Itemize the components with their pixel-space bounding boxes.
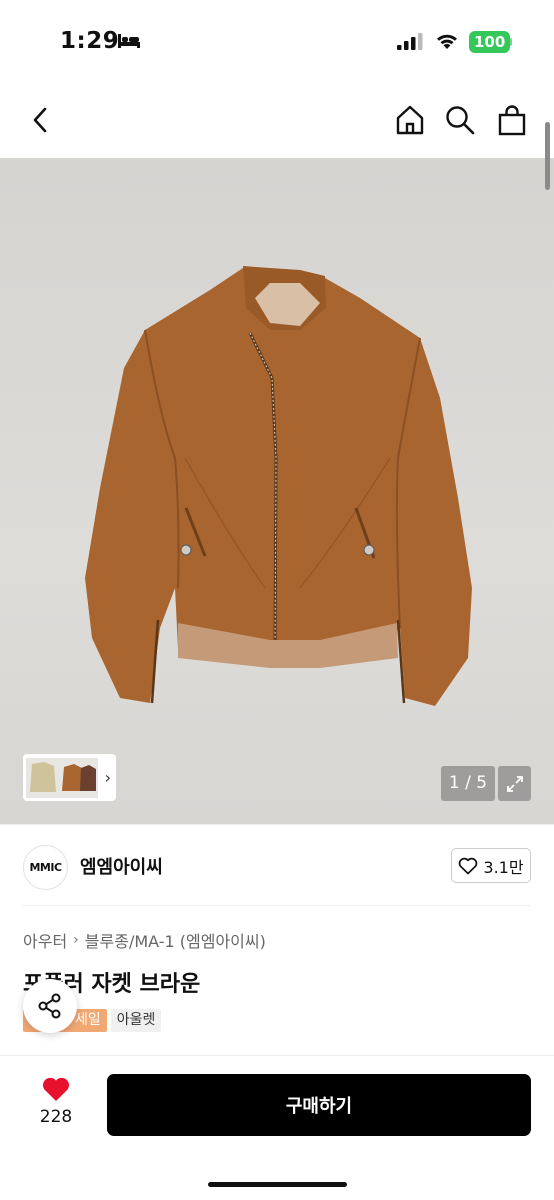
cart-button[interactable] — [494, 102, 530, 138]
back-button[interactable] — [22, 102, 58, 138]
signal-icon — [397, 33, 423, 50]
thumbnail-strip[interactable]: › — [23, 754, 116, 801]
outlet-tag: 아울렛 — [110, 1009, 162, 1032]
thumbnail-images — [26, 757, 98, 798]
share-button[interactable] — [23, 979, 77, 1033]
expand-button[interactable] — [498, 766, 531, 801]
brand-logo[interactable]: MMIC — [23, 845, 68, 890]
shopping-bag-icon — [498, 105, 526, 136]
product-image-gallery[interactable]: › 1 / 5 — [0, 158, 554, 824]
bed-icon — [118, 34, 140, 48]
back-icon — [33, 107, 47, 133]
status-bar: 1:29 100 — [0, 0, 554, 84]
divider — [23, 905, 531, 906]
wifi-icon — [437, 34, 457, 49]
heart-filled-icon — [42, 1077, 70, 1101]
like-count: 228 — [39, 1107, 73, 1127]
buy-button[interactable]: 구매하기 — [107, 1074, 531, 1136]
home-icon — [396, 105, 424, 135]
brand-name[interactable]: 엠엠아이씨 — [80, 853, 163, 879]
expand-icon — [506, 775, 523, 792]
brand-like-button[interactable]: 3.1만 — [451, 848, 531, 883]
like-button[interactable]: 228 — [26, 1076, 86, 1127]
scrollbar[interactable] — [545, 122, 550, 190]
jacket-image — [85, 266, 472, 706]
heart-outline-icon — [459, 857, 478, 874]
battery-indicator: 100 — [469, 31, 511, 53]
brand-row[interactable]: MMIC 엠엠아이씨 3.1만 — [0, 824, 554, 906]
breadcrumb: 아우터 › 블루종/MA-1 (엠엠아이씨) — [23, 928, 266, 952]
chevron-right-icon: › — [73, 932, 79, 948]
battery-tip — [509, 38, 512, 46]
search-icon — [446, 106, 475, 135]
brand-like-count: 3.1만 — [483, 857, 524, 877]
page-indicator: 1 / 5 — [441, 766, 495, 801]
breadcrumb-category[interactable]: 아우터 — [23, 928, 67, 952]
home-indicator — [208, 1182, 347, 1187]
top-navigation — [0, 84, 554, 158]
home-button[interactable] — [392, 102, 428, 138]
breadcrumb-subcategory[interactable]: 블루종/MA-1 (엠엠아이씨) — [85, 928, 266, 952]
share-icon — [38, 993, 61, 1019]
chevron-right-icon: › — [104, 768, 111, 787]
bottom-action-bar: 228 구매하기 — [0, 1055, 554, 1200]
search-button[interactable] — [442, 102, 478, 138]
status-time: 1:29 — [60, 28, 120, 54]
